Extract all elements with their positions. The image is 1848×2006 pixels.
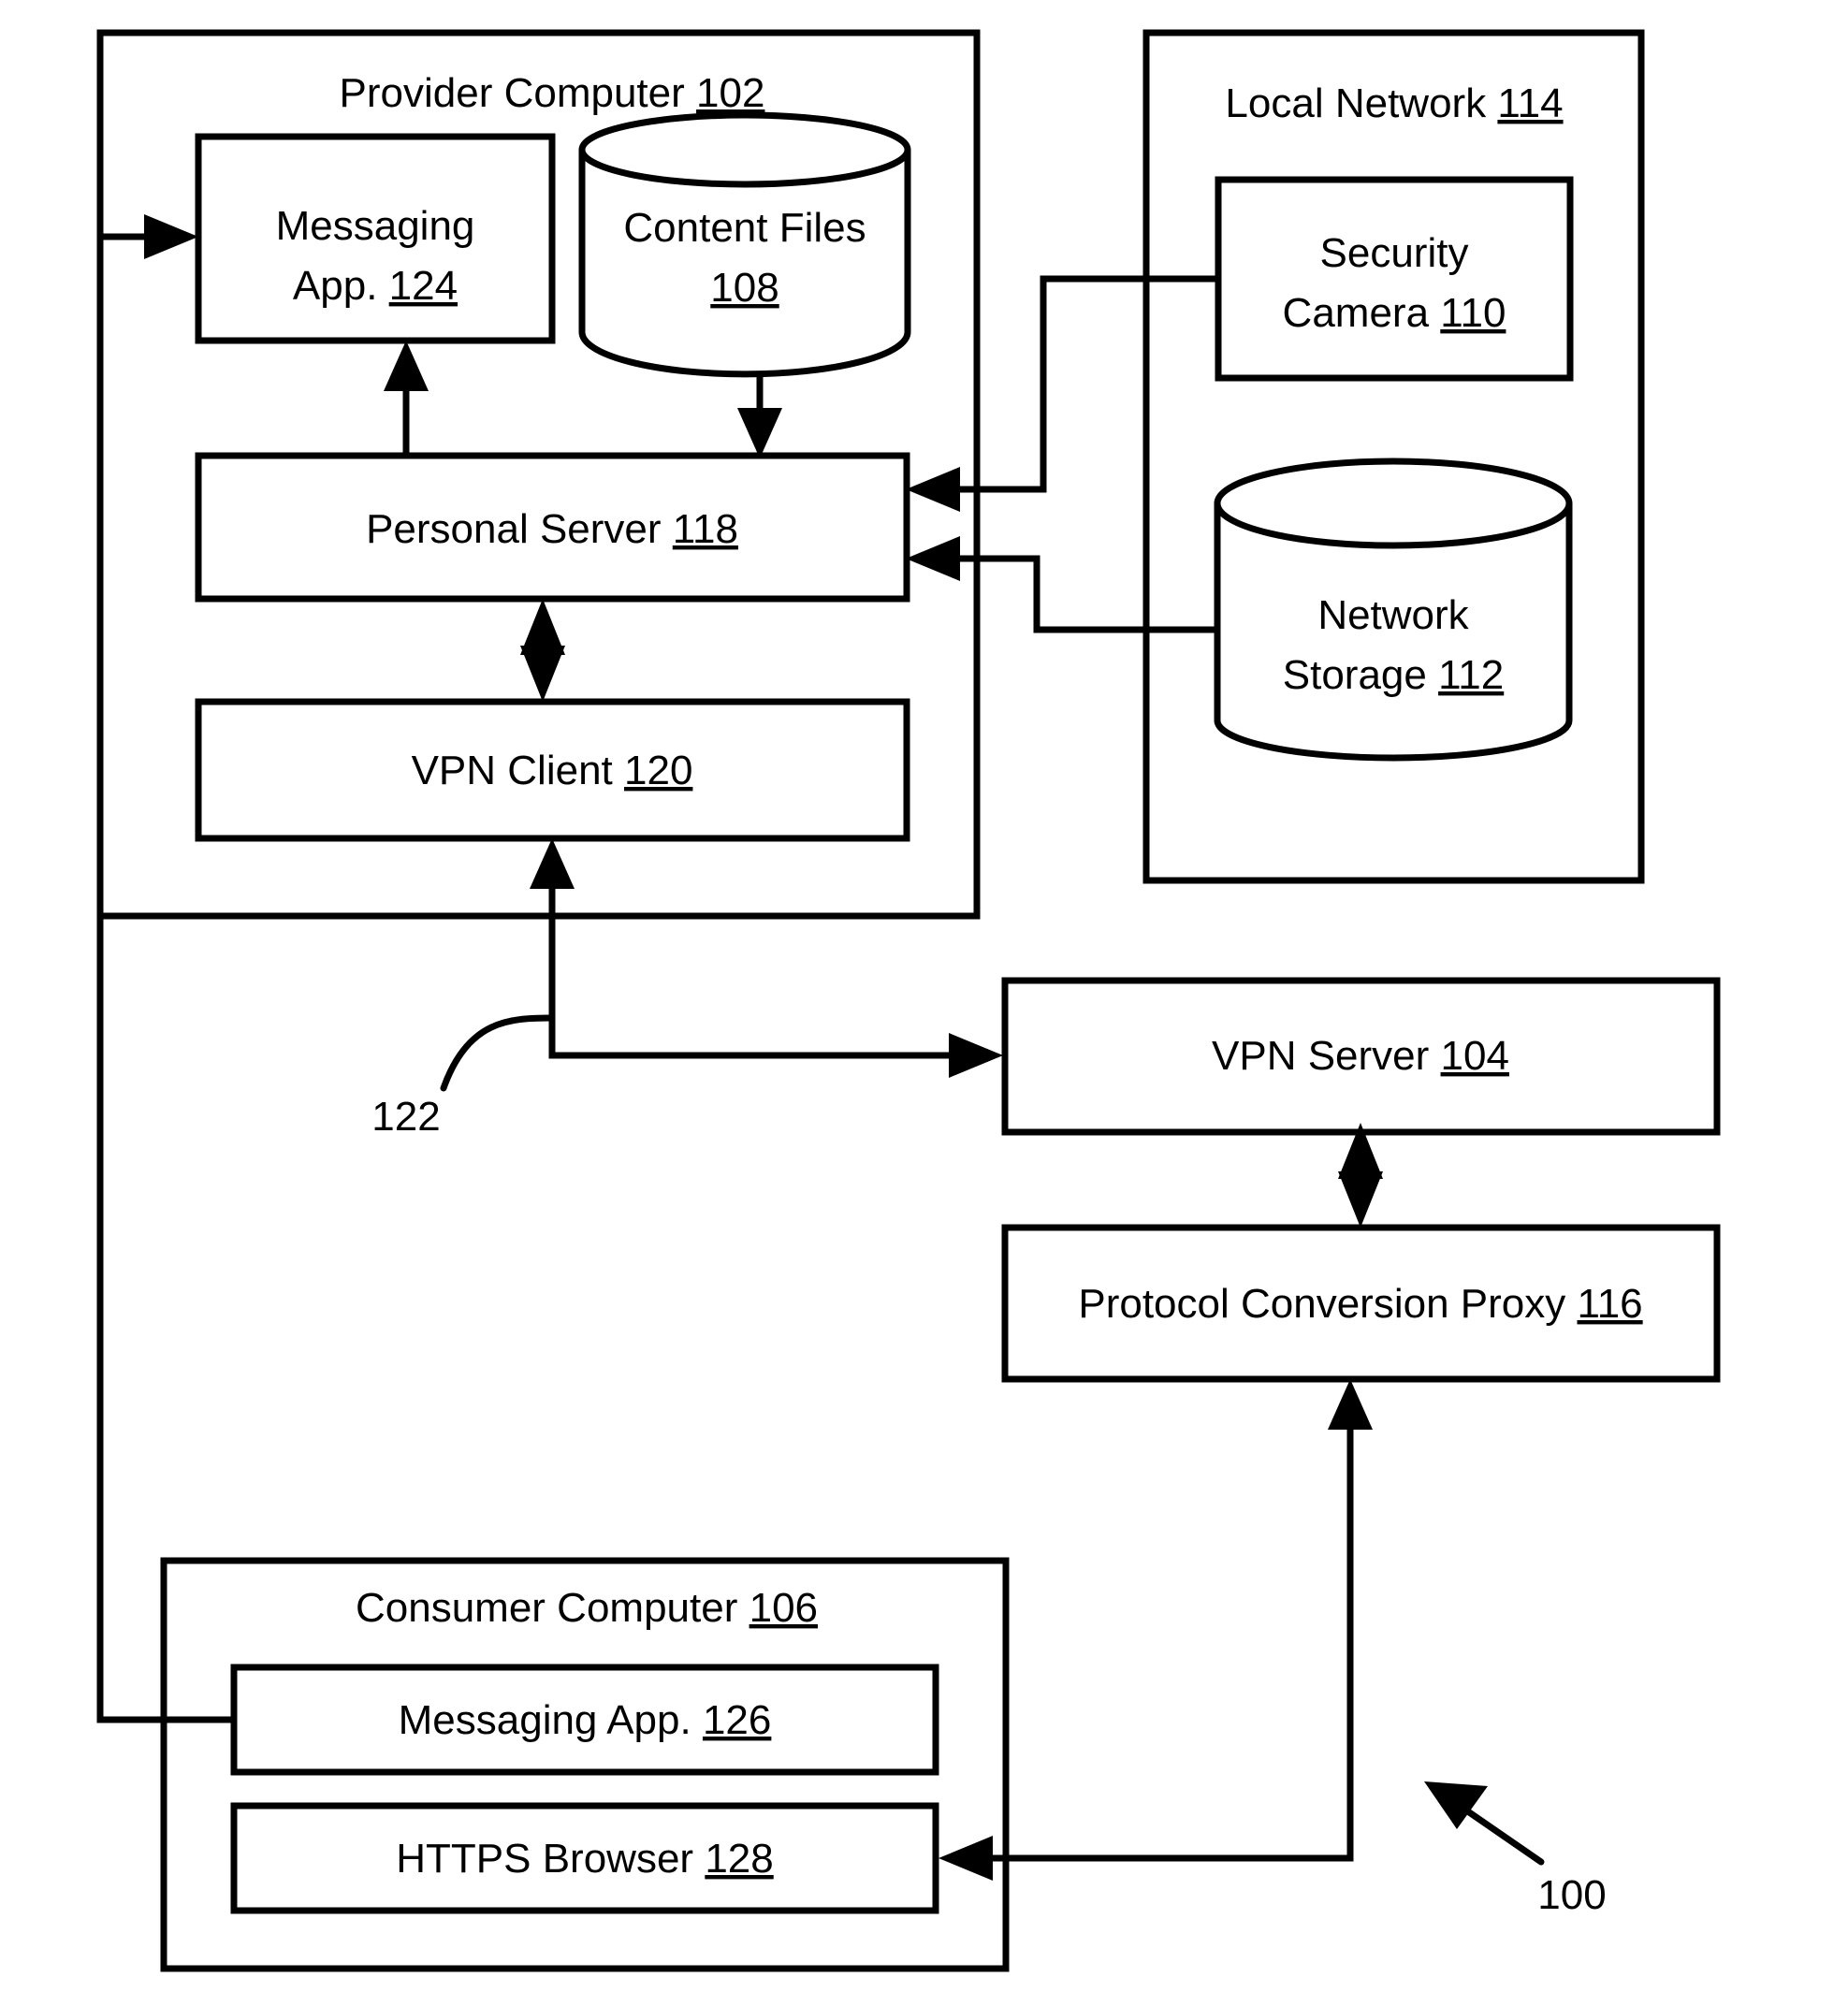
network-storage-112-label-line2: Storage 112	[1283, 652, 1505, 698]
conduit-122-leader: 122	[371, 1014, 556, 1140]
https-browser-128-label: HTTPS Browser 128	[396, 1836, 773, 1882]
figure-number-label: 100	[1537, 1872, 1606, 1918]
connector-vpn-client-to-vpn-server	[530, 838, 1003, 1078]
connector-personal-server-vpn-client	[520, 599, 565, 702]
network-storage-112-cylinder-top	[1214, 458, 1573, 549]
protocol-conversion-proxy-116-label: Protocol Conversion Proxy 116	[1078, 1281, 1642, 1327]
patent-figure: Provider Computer 102 Messaging App. 124…	[0, 0, 1848, 2006]
content-files-108-label-line1: Content Files	[623, 205, 866, 251]
conduit-122-label: 122	[371, 1094, 440, 1140]
content-files-108-label-ref: 108	[710, 265, 778, 311]
connector-messaging-126-to-messaging-124	[96, 214, 234, 1723]
network-storage-112-label-line1: Network	[1317, 592, 1469, 638]
provider-computer-title: Provider Computer 102	[340, 70, 765, 116]
connector-network-storage-to-personal-server	[906, 536, 1217, 633]
local-network-title: Local Network 114	[1225, 80, 1563, 126]
vpn-client-120-label: VPN Client 120	[412, 748, 693, 793]
connector-content-files-to-personal-server	[737, 376, 782, 458]
connector-security-camera-to-personal-server	[906, 275, 1218, 512]
security-camera-110-label-line2: Camera 110	[1283, 290, 1506, 336]
messaging-app-126-label: Messaging App. 126	[399, 1697, 772, 1743]
vpn-server-104-label: VPN Server 104	[1212, 1033, 1509, 1079]
block-diagram-svg: Provider Computer 102 Messaging App. 124…	[96, 29, 1721, 1972]
connector-personal-server-to-messaging-app	[384, 341, 429, 456]
connector-vpn-server-proxy	[1338, 1123, 1383, 1228]
security-camera-110-box	[1215, 176, 1574, 382]
personal-server-118-label: Personal Server 118	[366, 506, 738, 552]
messaging-app-124-label-line2: App. 124	[293, 263, 458, 309]
security-camera-110-label-line1: Security	[1320, 230, 1469, 276]
messaging-app-124-label-line1: Messaging	[276, 203, 475, 249]
figure-reference-100: 100	[1424, 1781, 1607, 1918]
consumer-computer-title: Consumer Computer 106	[356, 1585, 818, 1631]
content-files-108-cylinder-top	[578, 111, 911, 188]
